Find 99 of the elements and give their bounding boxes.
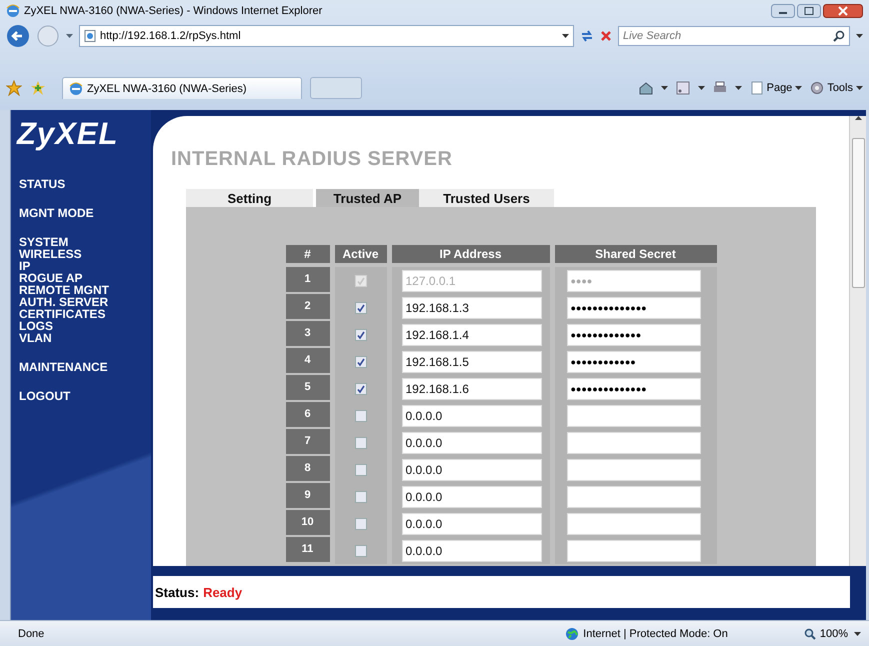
- ip-address-field[interactable]: 0.0.0.0: [402, 458, 542, 480]
- column-header: IP Address: [392, 245, 550, 263]
- checkbox[interactable]: [354, 544, 366, 556]
- home-button[interactable]: [638, 81, 653, 95]
- column-header: Active: [334, 245, 386, 263]
- page-title: INTERNAL RADIUS SERVER: [171, 148, 452, 171]
- column-header: #: [286, 245, 330, 263]
- checkbox[interactable]: [354, 464, 366, 476]
- shared-secret-field[interactable]: ●●●●●●●●●●●●●●: [566, 378, 700, 400]
- checkbox[interactable]: [354, 518, 366, 530]
- close-button[interactable]: [823, 4, 863, 18]
- sidebar-link[interactable]: IP: [19, 260, 30, 272]
- shared-secret-field[interactable]: [566, 458, 700, 480]
- row-number: 7: [286, 429, 330, 454]
- security-zone: Internet | Protected Mode: On: [583, 628, 728, 640]
- sidebar-link[interactable]: WIRELESS: [19, 248, 82, 260]
- dropdown-icon[interactable]: [854, 632, 861, 636]
- sidebar-link[interactable]: LOGOUT: [19, 390, 70, 402]
- checkbox[interactable]: [354, 328, 366, 340]
- checkbox[interactable]: [354, 382, 366, 394]
- sidebar-link[interactable]: VLAN: [19, 332, 52, 344]
- row-number: 4: [286, 348, 330, 373]
- tab[interactable]: Setting: [186, 189, 313, 207]
- sidebar-link[interactable]: CERTIFICATES: [19, 308, 106, 320]
- shared-secret-field[interactable]: ●●●●●●●●●●●●●●: [566, 296, 700, 318]
- printer-button[interactable]: [712, 81, 727, 95]
- scroll-up-icon[interactable]: [854, 116, 862, 120]
- tab[interactable]: Trusted AP: [316, 189, 419, 207]
- dropdown-icon[interactable]: [856, 34, 863, 38]
- shared-secret-field[interactable]: [566, 404, 700, 426]
- ip-address-field[interactable]: 192.168.1.3: [402, 296, 542, 318]
- ip-address-field[interactable]: 0.0.0.0: [402, 540, 542, 562]
- address-field[interactable]: http://192.168.1.2/rpSys.html: [79, 25, 574, 47]
- checkbox[interactable]: [354, 410, 366, 422]
- search-icon[interactable]: [833, 30, 845, 42]
- checkbox[interactable]: [354, 302, 366, 314]
- row-number: 8: [286, 456, 330, 481]
- zoom-button[interactable]: 100%: [804, 628, 848, 640]
- logo: ZyXEL: [17, 116, 118, 152]
- ip-address-field[interactable]: 192.168.1.5: [402, 350, 542, 372]
- sidebar-link[interactable]: SYSTEM: [19, 236, 68, 248]
- star-plus-icon[interactable]: [30, 80, 46, 96]
- tools-menu[interactable]: Tools: [810, 81, 863, 95]
- dropdown-icon[interactable]: [660, 86, 668, 90]
- dropdown-icon[interactable]: [562, 34, 569, 38]
- dropdown-icon: [856, 86, 863, 90]
- row-number: 2: [286, 294, 330, 319]
- window-title: ZyXEL NWA-3160 (NWA-Series) - Windows Internet Explorer: [24, 5, 324, 17]
- globe-icon: [565, 627, 580, 641]
- column-header: Shared Secret: [554, 245, 716, 263]
- row-number: 11: [286, 537, 330, 562]
- sidebar-link[interactable]: MGNT MODE: [19, 207, 94, 219]
- star-icon[interactable]: [6, 80, 22, 96]
- search-field[interactable]: Live Search: [618, 26, 850, 46]
- maximize-button[interactable]: [797, 4, 821, 18]
- sidebar-link[interactable]: ROGUE AP: [19, 272, 83, 284]
- checkbox[interactable]: [354, 490, 366, 502]
- shared-secret-field[interactable]: [566, 540, 700, 562]
- page-icon: [750, 81, 764, 95]
- ip-address-field[interactable]: 0.0.0.0: [402, 432, 542, 454]
- dropdown-icon[interactable]: [698, 86, 705, 90]
- minimize-button[interactable]: [771, 4, 795, 18]
- sidebar-link[interactable]: AUTH. SERVER: [19, 296, 108, 308]
- ip-address-field[interactable]: 0.0.0.0: [402, 512, 542, 534]
- dropdown-icon[interactable]: [734, 86, 742, 90]
- shared-secret-field[interactable]: ●●●●●●●●●●●●●: [566, 324, 700, 346]
- ip-address-field[interactable]: 0.0.0.0: [402, 404, 542, 426]
- row-number: 6: [286, 402, 330, 427]
- row-number: 3: [286, 321, 330, 346]
- scrollbar-thumb[interactable]: [852, 138, 864, 288]
- shared-secret-field[interactable]: ●●●●●●●●●●●●: [566, 350, 700, 372]
- tab[interactable]: Trusted Users: [419, 189, 554, 207]
- browser-tab[interactable]: ZyXEL NWA-3160 (NWA-Series): [62, 77, 302, 99]
- sidebar-link[interactable]: MAINTENANCE: [19, 361, 108, 373]
- row-number: 10: [286, 510, 330, 535]
- status-value: Ready: [203, 584, 242, 600]
- dropdown-icon: [795, 86, 802, 90]
- back-button[interactable]: [6, 24, 30, 48]
- shared-secret-field[interactable]: [566, 512, 700, 534]
- ip-address-field[interactable]: 192.168.1.6: [402, 378, 542, 400]
- page-icon: [84, 30, 96, 42]
- shared-secret-field[interactable]: [566, 486, 700, 508]
- row-number: 5: [286, 375, 330, 400]
- status-text: Done: [18, 628, 44, 640]
- refresh-icon[interactable]: [580, 29, 594, 43]
- sidebar-link[interactable]: REMOTE MGNT: [19, 284, 109, 296]
- sidebar-link[interactable]: LOGS: [19, 320, 54, 332]
- row-number: 1: [286, 267, 330, 292]
- stop-icon[interactable]: [600, 30, 612, 42]
- shared-secret-field[interactable]: [566, 432, 700, 454]
- checkbox[interactable]: [354, 436, 366, 448]
- ip-address-field[interactable]: 192.168.1.4: [402, 324, 542, 346]
- ip-address-field[interactable]: 0.0.0.0: [402, 486, 542, 508]
- checkbox[interactable]: [354, 356, 366, 368]
- sidebar-link[interactable]: STATUS: [19, 178, 66, 190]
- row-number: 9: [286, 483, 330, 508]
- status-label: Status:: [155, 584, 200, 600]
- page-menu[interactable]: Page: [750, 81, 802, 95]
- magnifier-icon: [804, 628, 816, 640]
